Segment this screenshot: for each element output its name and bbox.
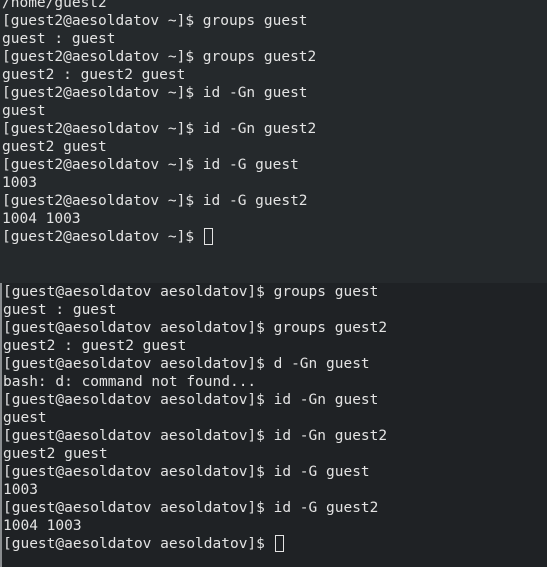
terminal-line: guest2 : guest2 guest (2, 67, 186, 83)
terminal-line: guest2 : guest2 guest (3, 338, 187, 354)
prompt: [guest2@aesoldatov ~]$ (2, 229, 203, 245)
terminal-line: [guest2@aesoldatov ~]$ id -Gn guest (2, 85, 308, 101)
terminal-line: [guest@aesoldatov aesoldatov]$ groups gu… (3, 284, 379, 300)
terminal-line: [guest2@aesoldatov ~]$ id -G guest (2, 157, 299, 173)
terminal-line: /home/guest2 (2, 0, 107, 11)
terminal-line: guest2 guest (2, 139, 107, 155)
terminal-line: 1004 1003 (2, 211, 81, 227)
terminal-line: bash: d: command not found... (3, 374, 257, 390)
terminal-output: [guest@aesoldatov aesoldatov]$ groups gu… (2, 283, 547, 553)
top-terminal-pane[interactable]: /home/guest2 [guest2@aesoldatov ~]$ grou… (0, 0, 547, 283)
terminal-line: [guest@aesoldatov aesoldatov]$ id -G gue… (3, 500, 379, 516)
terminal-line: [guest@aesoldatov aesoldatov]$ id -Gn gu… (3, 392, 379, 408)
terminal-line: guest : guest (2, 31, 116, 47)
terminal-line: guest (2, 103, 46, 119)
terminal-line: [guest2@aesoldatov ~]$ id -G guest2 (2, 193, 308, 209)
terminal-line: [guest2@aesoldatov ~]$ groups guest (2, 13, 308, 29)
terminal-line: [guest@aesoldatov aesoldatov]$ id -G gue… (3, 464, 370, 480)
prompt: [guest@aesoldatov aesoldatov]$ (3, 536, 274, 552)
terminal-line: 1004 1003 (3, 518, 82, 534)
terminal-line: [guest2@aesoldatov ~]$ id -Gn guest2 (2, 121, 317, 137)
terminal-line: [guest@aesoldatov aesoldatov]$ groups gu… (3, 320, 388, 336)
terminal-line: [guest@aesoldatov aesoldatov]$ d -Gn gue… (3, 356, 370, 372)
bottom-terminal-pane[interactable]: [guest@aesoldatov aesoldatov]$ groups gu… (0, 283, 547, 567)
terminal-output: /home/guest2 [guest2@aesoldatov ~]$ grou… (0, 0, 547, 246)
terminal-line: 1003 (2, 175, 37, 191)
cursor (274, 535, 284, 552)
prompt-line[interactable]: [guest@aesoldatov aesoldatov]$ (3, 535, 547, 553)
terminal-line: guest (3, 410, 47, 426)
terminal-line: [guest2@aesoldatov ~]$ groups guest2 (2, 49, 317, 65)
terminal-line: guest2 guest (3, 446, 108, 462)
cursor (203, 228, 213, 245)
terminal-line: [guest@aesoldatov aesoldatov]$ id -Gn gu… (3, 428, 388, 444)
prompt-line[interactable]: [guest2@aesoldatov ~]$ (2, 228, 547, 246)
terminal-line: 1003 (3, 482, 38, 498)
terminal-line: guest : guest (3, 302, 117, 318)
